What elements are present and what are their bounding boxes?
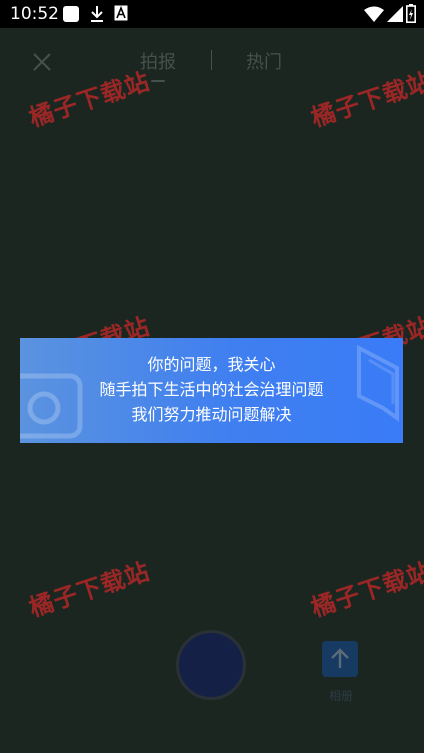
intro-banner[interactable]: 你的问题，我关心 随手拍下生活中的社会治理问题 我们努力推动问题解决 <box>20 338 403 443</box>
shutter-button[interactable] <box>176 630 246 700</box>
square-app-icon <box>63 6 79 22</box>
arrow-up-icon <box>331 648 349 668</box>
download-icon <box>91 6 103 22</box>
watermark: 橘子下载站 <box>25 557 154 623</box>
font-a-icon <box>114 5 128 21</box>
banner-line-1: 你的问题，我关心 <box>147 355 276 374</box>
upload-button[interactable] <box>322 641 358 677</box>
status-time: 10:52 <box>10 4 59 24</box>
tab-hot[interactable]: 热门 <box>246 48 282 74</box>
signal-icon <box>387 6 403 22</box>
close-icon[interactable] <box>28 48 56 76</box>
active-tab-indicator <box>151 80 165 82</box>
status-bar: 10:52 <box>0 0 424 28</box>
battery-icon <box>406 4 416 23</box>
watermark: 橘子下载站 <box>307 557 424 623</box>
banner-text: 你的问题，我关心 随手拍下生活中的社会治理问题 我们努力推动问题解决 <box>20 352 403 427</box>
banner-line-3: 我们努力推动问题解决 <box>131 405 292 424</box>
upload-label: 相册 <box>329 689 354 703</box>
wifi-icon <box>364 6 384 22</box>
tab-divider <box>211 50 212 70</box>
banner-line-2: 随手拍下生活中的社会治理问题 <box>99 380 324 399</box>
